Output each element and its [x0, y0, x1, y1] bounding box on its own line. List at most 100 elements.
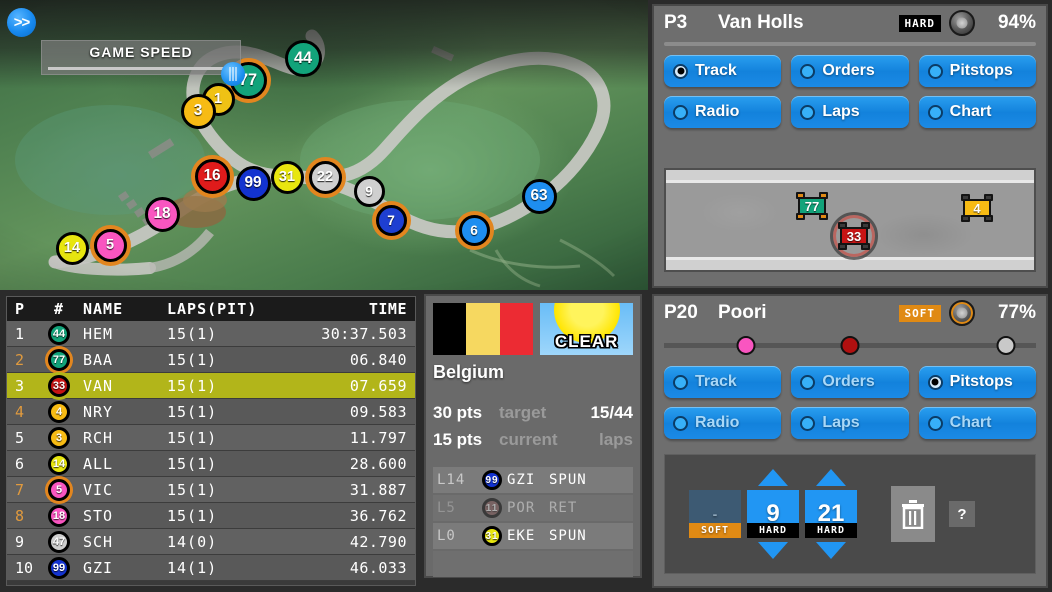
pitstop-lap-cell[interactable]: 21 HARD [805, 490, 857, 538]
table-row[interactable]: 6 14 ALL 15(1) 28.600 [7, 451, 415, 477]
stint-dot-1[interactable] [840, 336, 860, 355]
row-driver-name: GZI [83, 558, 114, 577]
map-marker-44[interactable]: 44 [284, 39, 322, 77]
car-marker-33[interactable]: 33 [836, 222, 872, 250]
game-speed-track[interactable] [48, 67, 234, 70]
pitstop-editor[interactable]: - SOFT 9 HARD 21 HARD ? [664, 454, 1036, 574]
row-driver-name: VIC [83, 480, 114, 499]
fast-forward-button[interactable]: >> [7, 8, 36, 37]
track-strip-view[interactable]: 77 33 4 [664, 168, 1036, 272]
view-button-2-orders[interactable]: Orders [791, 366, 909, 398]
map-marker-18[interactable]: 18 [144, 196, 180, 232]
flag-stripe-2 [499, 303, 534, 355]
view-button-2-pitstops[interactable]: Pitstops [918, 366, 1036, 398]
row-time: 28.600 [349, 454, 407, 473]
game-speed-label: GAME SPEED [89, 44, 193, 60]
points-block: 30 pts target 15/44 15 pts current laps [433, 403, 633, 457]
button-label: Radio [695, 414, 740, 431]
event-driver: POR [507, 500, 536, 516]
table-row[interactable]: 8 18 STO 15(1) 36.762 [7, 503, 415, 529]
button-label: Radio [695, 103, 740, 120]
standings-table[interactable]: P # NAME LAPS(PIT) TIME 1 44 HEM 15(1) 30:37… [6, 296, 416, 586]
decrease-lap-button[interactable] [816, 542, 846, 559]
current-label: current [499, 430, 558, 449]
stint-dot-2[interactable] [996, 336, 1016, 355]
map-marker-5[interactable]: 5 [93, 228, 127, 262]
map-marker-14[interactable]: 14 [55, 231, 89, 265]
table-row[interactable]: 4 4 NRY 15(1) 09.583 [7, 399, 415, 425]
view-button-laps[interactable]: Laps [791, 96, 909, 128]
table-row[interactable]: 7 5 VIC 15(1) 31.887 [7, 477, 415, 503]
driver-number-icon: 5 [48, 478, 70, 501]
game-speed-slider-handle[interactable] [221, 62, 245, 86]
row-driver-name: BAA [83, 350, 114, 369]
car-marker-4[interactable]: 4 [959, 194, 995, 222]
driver-number-icon: 3 [48, 426, 70, 449]
track-map[interactable]: 44 77 1 3 16 99 31 22 9 7 6 63 18 5 14 >> GAME SPEED [0, 0, 648, 290]
map-marker-7[interactable]: 7 [375, 204, 407, 236]
game-speed-panel[interactable]: GAME SPEED [41, 40, 241, 75]
pitstop-tyre-tag[interactable]: HARD [747, 523, 799, 538]
lap-counter: 15/44 [590, 403, 633, 422]
view-button-track[interactable]: Track [664, 55, 782, 87]
event-log-row[interactable]: L14 99 GZI SPUN [433, 467, 633, 493]
row-position: 5 [15, 428, 25, 447]
event-log-row[interactable]: L0 31 EKE SPUN [433, 523, 633, 549]
table-row[interactable]: 10 99 GZI 14(1) 46.033 [7, 555, 415, 581]
event-lap: L14 [437, 472, 466, 488]
row-driver-name: VAN [83, 376, 114, 395]
decrease-lap-button[interactable] [758, 542, 788, 559]
table-row[interactable]: 5 3 RCH 15(1) 11.797 [7, 425, 415, 451]
map-marker-31[interactable]: 31 [270, 160, 304, 194]
map-marker-63[interactable]: 63 [521, 178, 557, 214]
view-button-orders[interactable]: Orders [791, 55, 909, 87]
delete-pitstop-button[interactable] [891, 486, 935, 542]
row-driver-name: ALL [83, 454, 114, 473]
button-label: Orders [822, 62, 875, 79]
table-row[interactable]: 3 33 VAN 15(1) 07.659 [7, 373, 415, 399]
view-button-radio[interactable]: Radio [664, 96, 782, 128]
map-marker-3[interactable]: 3 [180, 93, 216, 129]
increase-lap-button[interactable] [758, 469, 788, 486]
radio-dot-icon [673, 374, 688, 390]
header-position: P [15, 300, 25, 318]
view-button-pitstops[interactable]: Pitstops [918, 55, 1036, 87]
view-button-2-track[interactable]: Track [664, 366, 782, 398]
button-label: Track [695, 373, 737, 390]
table-row[interactable]: 1 44 HEM 15(1) 30:37.503 [7, 321, 415, 347]
stint-stepper-1: 9 HARD [747, 469, 799, 559]
row-time: 09.583 [349, 402, 407, 421]
table-row[interactable]: 2 77 BAA 15(1) 06.840 [7, 347, 415, 373]
event-badge: 31 [477, 526, 507, 546]
increase-lap-button[interactable] [816, 469, 846, 486]
row-time: 46.033 [349, 558, 407, 577]
pitstop-lap-cell[interactable]: 9 HARD [747, 490, 799, 538]
table-row[interactable]: 9 47 SCH 14(0) 42.790 [7, 529, 415, 555]
map-marker-6[interactable]: 6 [458, 214, 490, 246]
driver-number-icon: 14 [48, 452, 70, 475]
view-button-2-radio[interactable]: Radio [664, 407, 782, 439]
help-button[interactable]: ? [949, 501, 975, 527]
radio-dot-icon [673, 104, 688, 120]
event-action: SPUN [549, 528, 587, 544]
event-log-row[interactable]: L5 11 POR RET [433, 495, 633, 521]
view-button-chart[interactable]: Chart [918, 96, 1036, 128]
country-name: Belgium [433, 362, 505, 382]
row-time: 07.659 [349, 376, 407, 395]
car-marker-77[interactable]: 77 [794, 192, 830, 220]
view-button-2-laps[interactable]: Laps [791, 407, 909, 439]
map-marker-99[interactable]: 99 [235, 165, 271, 201]
event-log: L14 99 GZI SPUN L5 11 POR RET L0 31 EKE SPUN [433, 467, 633, 577]
driver-header-2: P20 Poori SOFT 77% [654, 296, 1046, 330]
view-button-2-chart[interactable]: Chart [918, 407, 1036, 439]
map-marker-9[interactable]: 9 [353, 175, 385, 207]
tyre-compound-badge: HARD [898, 14, 941, 32]
map-marker-16[interactable]: 16 [194, 158, 230, 194]
row-laps: 15(1) [167, 480, 218, 499]
radio-dot-icon [800, 374, 816, 390]
stint-dot-0[interactable] [736, 336, 756, 355]
map-marker-22[interactable]: 22 [308, 160, 342, 194]
row-number-badge: 5 [41, 478, 77, 501]
pitstop-tyre-tag[interactable]: HARD [805, 523, 857, 538]
stint-progress-strip[interactable] [664, 333, 1036, 357]
